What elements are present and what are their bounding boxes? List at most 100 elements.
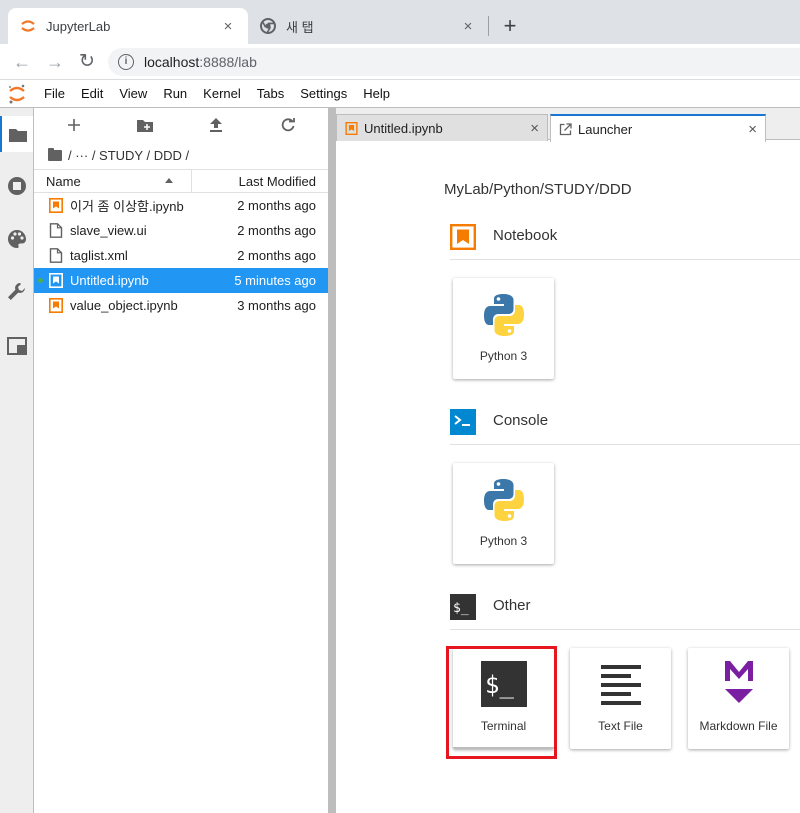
file-row[interactable]: slave_view.ui 2 months ago bbox=[34, 218, 328, 243]
document-tab-bar: Untitled.ipynb × Launcher × bbox=[336, 108, 800, 142]
file-list-header: Name Last Modified bbox=[34, 169, 328, 193]
new-folder-button[interactable] bbox=[133, 113, 157, 137]
column-modified-header[interactable]: Last Modified bbox=[239, 174, 316, 189]
browser-tab-title: JupyterLab bbox=[46, 18, 111, 34]
running-icon[interactable] bbox=[0, 168, 33, 204]
file-modified: 3 months ago bbox=[237, 298, 316, 313]
chrome-icon bbox=[260, 18, 276, 34]
tab-launcher[interactable]: Launcher × bbox=[550, 114, 766, 142]
section-title: Notebook bbox=[493, 227, 558, 244]
other-icon: $_ bbox=[450, 594, 476, 620]
folder-icon[interactable] bbox=[0, 116, 33, 152]
new-launcher-button[interactable] bbox=[62, 113, 86, 137]
jupyter-menu-bar: File Edit View Run Kernel Tabs Settings … bbox=[0, 80, 800, 108]
column-name-header[interactable]: Name bbox=[46, 174, 81, 189]
menu-settings[interactable]: Settings bbox=[292, 86, 355, 101]
address-bar-row: ← → ↻ i localhost:8888/lab bbox=[0, 44, 800, 80]
tab-divider bbox=[488, 16, 489, 36]
file-row[interactable]: value_object.ipynb 3 months ago bbox=[34, 293, 328, 318]
card-label: Python 3 bbox=[479, 534, 528, 548]
browser-tab-strip: JupyterLab × 새 탭 × + bbox=[0, 0, 800, 44]
folder-icon[interactable] bbox=[48, 147, 62, 161]
menu-tabs[interactable]: Tabs bbox=[249, 86, 292, 101]
file-name: Untitled.ipynb bbox=[70, 273, 149, 288]
running-indicator-icon bbox=[38, 278, 43, 283]
console-section-header: Console bbox=[450, 406, 800, 445]
file-icon bbox=[49, 248, 63, 263]
reload-button[interactable]: ↻ bbox=[75, 50, 99, 74]
card-label: Python 3 bbox=[479, 349, 528, 363]
launcher-panel: MyLab/Python/STUDY/DDD Notebook Python 3… bbox=[336, 141, 800, 813]
section-title: Other bbox=[493, 597, 531, 614]
file-name: slave_view.ui bbox=[70, 223, 147, 238]
section-divider bbox=[450, 629, 800, 630]
card-label: Markdown File bbox=[699, 719, 778, 733]
tab-title: Untitled.ipynb bbox=[364, 120, 443, 136]
tab-untitled-notebook[interactable]: Untitled.ipynb × bbox=[336, 114, 548, 141]
menu-view[interactable]: View bbox=[111, 86, 155, 101]
breadcrumb[interactable]: / ··· / STUDY / DDD / bbox=[48, 146, 189, 164]
close-icon[interactable]: × bbox=[530, 120, 539, 137]
palette-icon[interactable] bbox=[0, 221, 33, 257]
tabs-icon[interactable] bbox=[0, 328, 33, 364]
menu-file[interactable]: File bbox=[36, 86, 73, 101]
python-logo-icon bbox=[484, 294, 524, 336]
file-browser-toolbar bbox=[34, 108, 328, 144]
notebook-icon bbox=[450, 224, 476, 250]
file-browser-panel: / ··· / STUDY / DDD / Name Last Modified… bbox=[34, 108, 328, 813]
notebook-file-icon bbox=[345, 121, 358, 135]
file-row[interactable]: Untitled.ipynb 5 minutes ago bbox=[34, 268, 328, 293]
url-field[interactable]: i localhost:8888/lab bbox=[108, 48, 800, 76]
file-name: value_object.ipynb bbox=[70, 298, 178, 313]
console-python3-card[interactable]: Python 3 bbox=[453, 463, 554, 564]
file-row[interactable]: 이거 좀 이상함.ipynb 2 months ago bbox=[34, 193, 328, 218]
main-area: Untitled.ipynb × Launcher × MyLab/Python… bbox=[336, 108, 800, 813]
file-modified: 2 months ago bbox=[237, 198, 316, 213]
browser-tab-title: 새 탭 bbox=[286, 19, 314, 35]
column-divider bbox=[191, 170, 192, 192]
text-file-card[interactable]: Text File bbox=[570, 648, 671, 749]
breadcrumb-path[interactable]: / ··· / STUDY / DDD / bbox=[68, 148, 189, 163]
file-row[interactable]: taglist.xml 2 months ago bbox=[34, 243, 328, 268]
info-icon[interactable]: i bbox=[118, 54, 134, 70]
file-list: 이거 좀 이상함.ipynb 2 months ago slave_view.u… bbox=[34, 193, 328, 318]
browser-tab-jupyterlab[interactable]: JupyterLab × bbox=[8, 8, 248, 44]
python-logo-icon bbox=[484, 479, 524, 521]
section-divider bbox=[450, 259, 800, 260]
svg-text:$_: $_ bbox=[453, 601, 469, 616]
panel-splitter[interactable] bbox=[328, 108, 336, 813]
other-section-header: $_ Other bbox=[450, 591, 800, 630]
close-icon[interactable]: × bbox=[460, 18, 476, 35]
back-button[interactable]: ← bbox=[10, 50, 34, 74]
text-file-icon bbox=[601, 665, 641, 705]
markdown-file-card[interactable]: Markdown File bbox=[688, 648, 789, 749]
file-modified: 5 minutes ago bbox=[234, 273, 316, 288]
menu-kernel[interactable]: Kernel bbox=[195, 86, 249, 101]
close-icon[interactable]: × bbox=[748, 121, 757, 138]
menu-edit[interactable]: Edit bbox=[73, 86, 111, 101]
section-title: Console bbox=[493, 412, 549, 429]
jupyter-favicon-icon bbox=[21, 20, 35, 32]
sort-ascending-icon bbox=[165, 178, 173, 183]
upload-button[interactable] bbox=[204, 113, 228, 137]
forward-button[interactable]: → bbox=[43, 50, 67, 74]
file-name: taglist.xml bbox=[70, 248, 128, 263]
jupyter-logo-icon bbox=[9, 84, 25, 103]
close-icon[interactable]: × bbox=[220, 18, 236, 35]
launcher-icon bbox=[559, 122, 572, 135]
browser-tab-new[interactable]: 새 탭 × bbox=[248, 8, 488, 44]
card-label: Text File bbox=[598, 719, 643, 733]
refresh-button[interactable] bbox=[276, 113, 300, 137]
wrench-icon[interactable] bbox=[0, 274, 33, 310]
url-host: localhost bbox=[144, 54, 200, 70]
notebook-section-header: Notebook bbox=[450, 221, 800, 260]
url-path: :8888/lab bbox=[199, 54, 257, 70]
tab-title: Launcher bbox=[578, 121, 633, 137]
notebook-python3-card[interactable]: Python 3 bbox=[453, 278, 554, 379]
console-icon bbox=[450, 409, 476, 435]
new-tab-button[interactable]: + bbox=[498, 12, 522, 40]
section-divider bbox=[450, 444, 800, 445]
menu-help[interactable]: Help bbox=[355, 86, 398, 101]
file-name: 이거 좀 이상함.ipynb bbox=[70, 199, 184, 214]
menu-run[interactable]: Run bbox=[155, 86, 195, 101]
